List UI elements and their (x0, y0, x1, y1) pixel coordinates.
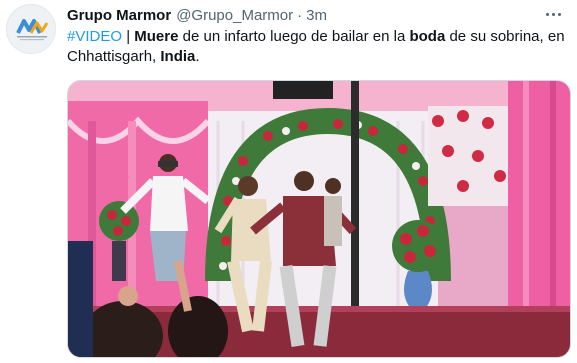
tweet-text: #VIDEO | Muere de un infarto luego de ba… (67, 27, 567, 67)
tweet-video[interactable] (67, 80, 571, 358)
text-bold: boda (409, 28, 446, 45)
tweet-header: Grupo Marmor @Grupo_Marmor · 3m (67, 5, 327, 25)
more-dot (557, 12, 561, 16)
more-dots-icon (545, 12, 549, 16)
tweet-timestamp[interactable]: 3m (306, 7, 327, 24)
text-segment: . (195, 48, 200, 65)
author-handle[interactable]: @Grupo_Marmor (176, 7, 293, 24)
more-options-button[interactable] (541, 4, 565, 24)
text-bold: India (160, 48, 196, 65)
text-segment: de un infarto luego de bailar en la (178, 28, 410, 45)
separator-dot: · (297, 6, 303, 24)
more-dot (551, 12, 555, 16)
grupo-marmor-logo-icon (7, 5, 55, 53)
author-display-name[interactable]: Grupo Marmor (67, 7, 171, 24)
hashtag-link[interactable]: #VIDEO (67, 28, 122, 45)
text-bold: Muere (134, 28, 179, 45)
wedding-dance-video-frame (68, 81, 570, 357)
text-segment: | (122, 28, 135, 45)
author-avatar[interactable] (6, 4, 56, 54)
